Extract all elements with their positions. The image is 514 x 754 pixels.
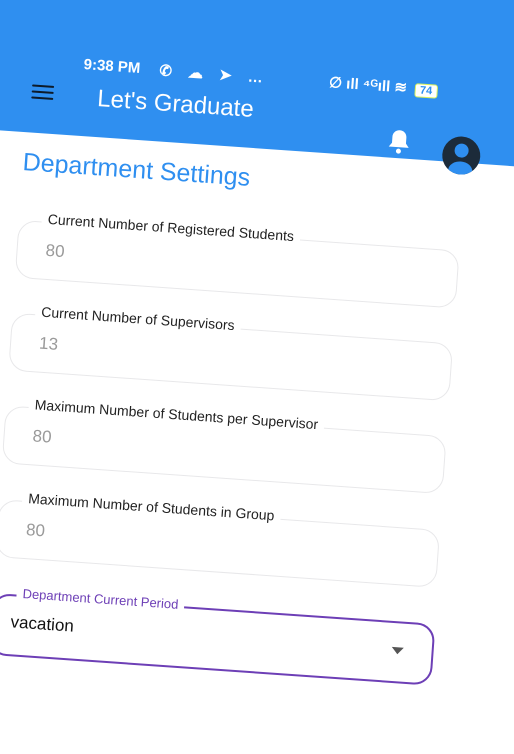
page-title: Department Settings [21,148,252,192]
department-period-select[interactable]: Department Current Period vacation [0,585,436,686]
field-value: 80 [32,426,53,447]
bell-icon[interactable] [386,127,412,155]
field-value: 13 [38,333,59,354]
dropdown-arrow-icon[interactable] [391,646,404,655]
field-value: 80 [44,240,66,262]
status-time: 9:38 PM [83,56,141,77]
field-label: Current Number of Registered Students [41,210,301,245]
app-screen: 9:38 PM ✆ ☁ ➤ … ∅ ıll ⁴ᴳıll ≋ 74 Let's G… [0,0,514,751]
select-label: Department Current Period [16,585,185,613]
select-value: vacation [9,612,75,636]
field-label: Maximum Number of Students in Group [21,489,281,524]
students-in-group-field[interactable]: Maximum Number of Students in Group 80 [0,489,441,588]
registered-students-field[interactable]: Current Number of Registered Students 80 [14,210,460,309]
menu-icon[interactable] [31,84,55,101]
field-value: 80 [25,520,46,541]
field-label: Maximum Number of Students per Superviso… [28,396,325,433]
field-label: Current Number of Supervisors [34,303,242,334]
supervisors-field[interactable]: Current Number of Supervisors 13 [8,303,454,402]
signal-icons: ∅ ıll ⁴ᴳıll ≋ [328,74,408,97]
students-per-supervisor-field[interactable]: Maximum Number of Students per Superviso… [1,396,447,495]
battery-icon: 74 [414,83,438,99]
